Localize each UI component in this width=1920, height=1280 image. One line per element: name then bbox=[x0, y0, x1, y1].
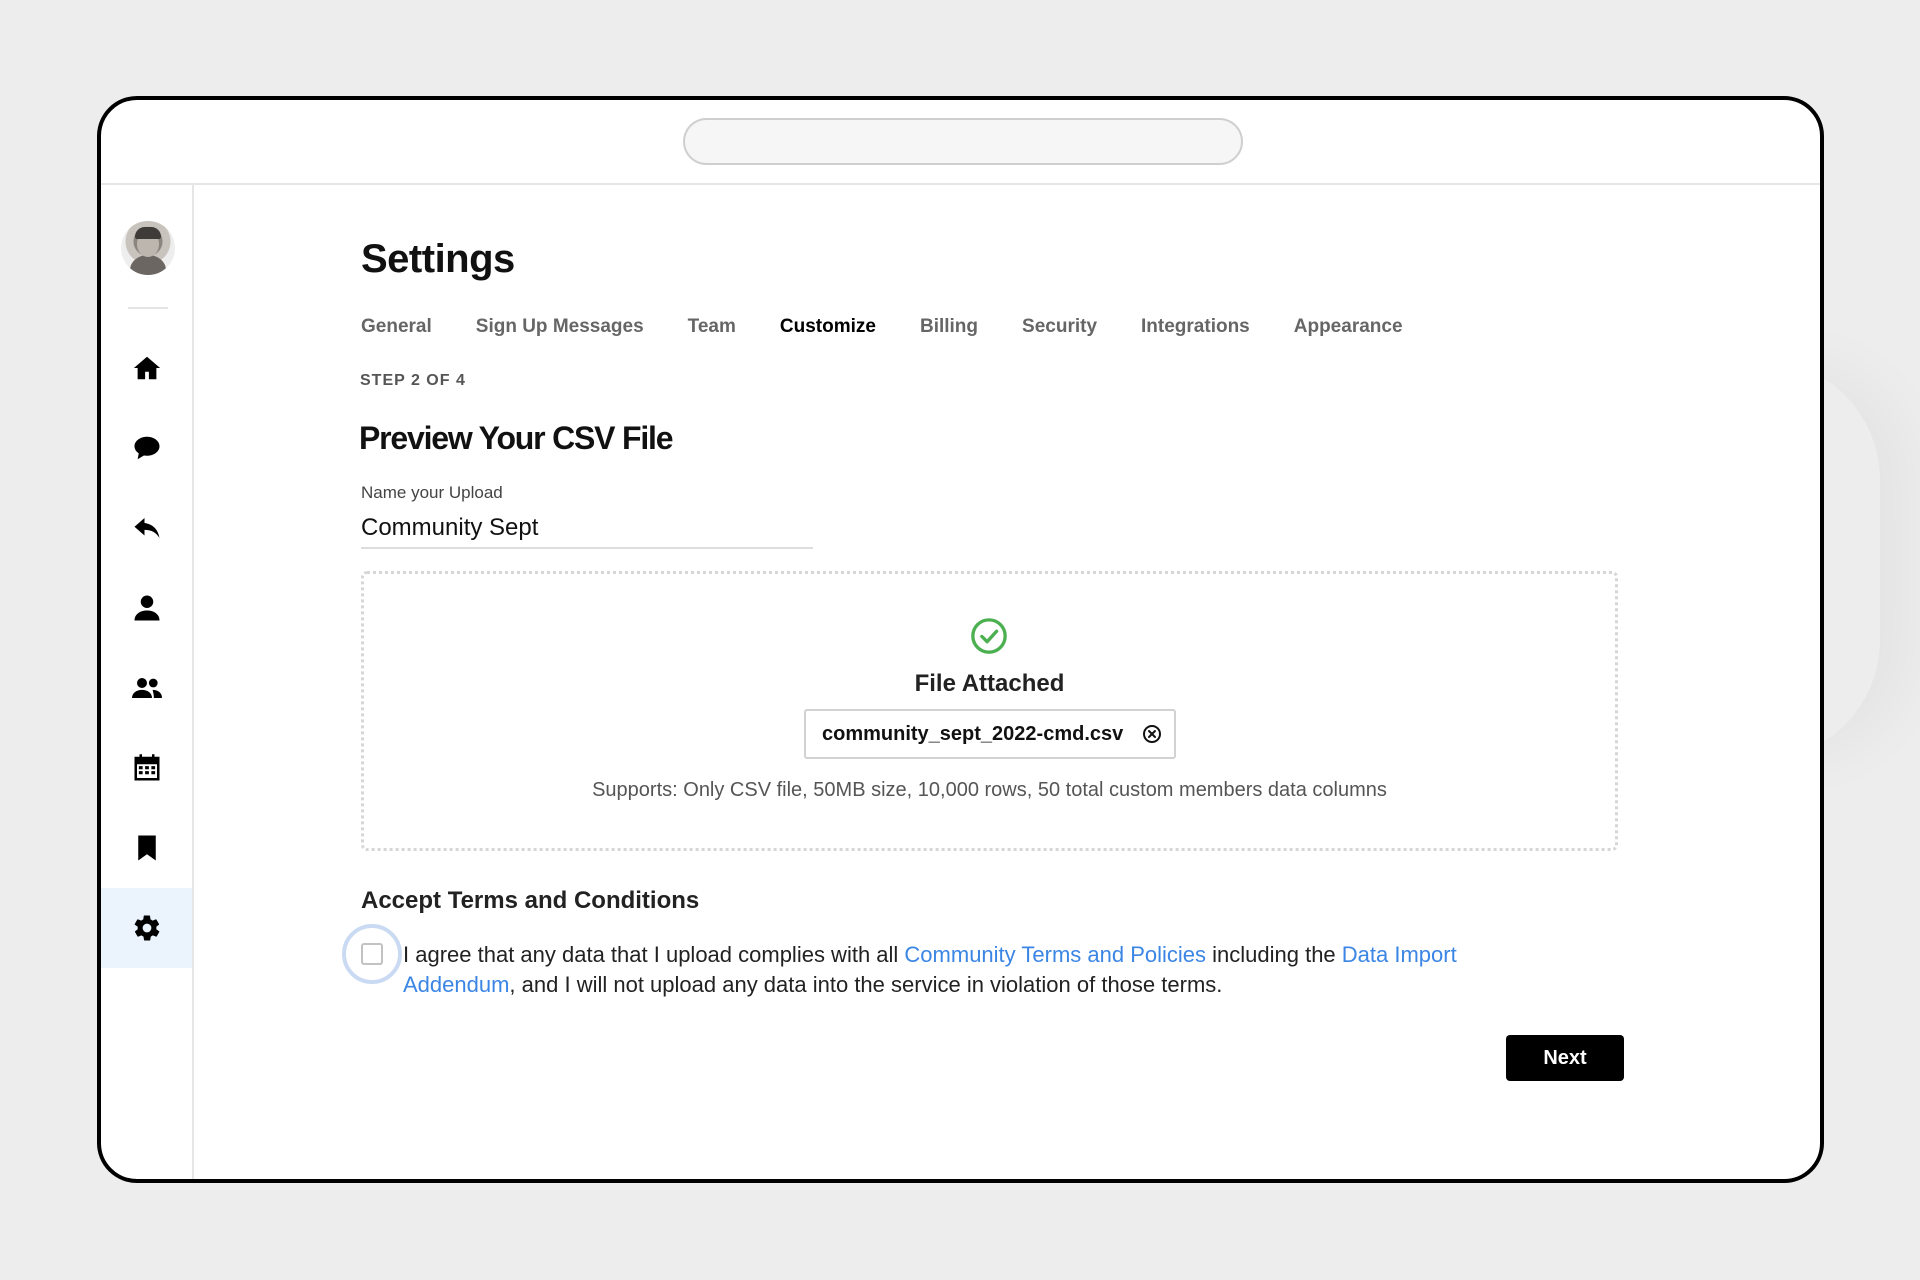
user-icon bbox=[134, 595, 159, 621]
section-title: Preview Your CSV File bbox=[359, 420, 674, 456]
terms-checkbox-focus-ring[interactable] bbox=[342, 924, 402, 984]
tab-appearance[interactable]: Appearance bbox=[1294, 316, 1403, 338]
chat-bubble-icon bbox=[134, 436, 159, 460]
sidebar-item-profile[interactable] bbox=[101, 568, 192, 648]
bookmark-icon bbox=[137, 835, 156, 861]
sidebar-item-events[interactable] bbox=[101, 728, 192, 808]
sidebar-item-members[interactable] bbox=[101, 648, 192, 728]
tab-security[interactable]: Security bbox=[1022, 316, 1097, 338]
terms-text-part-2: including the bbox=[1206, 942, 1342, 967]
terms-text-part-3: , and I will not upload any data into th… bbox=[509, 972, 1223, 997]
remove-file-icon[interactable] bbox=[1142, 724, 1162, 744]
tab-customize[interactable]: Customize bbox=[780, 316, 876, 338]
step-indicator: STEP 2 OF 4 bbox=[360, 372, 466, 389]
attached-file-chip: community_sept_2022-cmd.csv bbox=[804, 709, 1176, 759]
settings-tabs: General Sign Up Messages Team Customize … bbox=[361, 316, 1447, 338]
avatar-cap bbox=[135, 227, 161, 239]
tab-general[interactable]: General bbox=[361, 316, 432, 338]
address-bar[interactable] bbox=[683, 118, 1243, 165]
sidebar-item-settings[interactable] bbox=[101, 888, 192, 968]
tab-integrations[interactable]: Integrations bbox=[1141, 316, 1250, 338]
gear-icon bbox=[134, 915, 159, 941]
check-circle-icon bbox=[971, 618, 1007, 654]
sidebar-item-bookmarks[interactable] bbox=[101, 808, 192, 888]
group-icon bbox=[131, 678, 162, 698]
app-window: Settings General Sign Up Messages Team C… bbox=[97, 96, 1824, 1183]
home-icon bbox=[133, 356, 160, 380]
main-content: Settings General Sign Up Messages Team C… bbox=[194, 185, 1820, 1179]
tab-billing[interactable]: Billing bbox=[920, 316, 978, 338]
sidebar-item-home[interactable] bbox=[101, 328, 192, 408]
browser-top-bar bbox=[101, 100, 1820, 185]
file-dropzone[interactable]: File Attached community_sept_2022-cmd.cs… bbox=[361, 571, 1618, 851]
avatar-body bbox=[130, 255, 166, 275]
terms-checkbox[interactable] bbox=[361, 943, 383, 965]
attached-file-name: community_sept_2022-cmd.csv bbox=[822, 722, 1124, 745]
calendar-icon bbox=[134, 754, 159, 781]
sidebar-divider bbox=[128, 307, 168, 309]
community-terms-link[interactable]: Community Terms and Policies bbox=[904, 942, 1206, 967]
sidebar-item-messages[interactable] bbox=[101, 408, 192, 488]
terms-text-part-1: I agree that any data that I upload comp… bbox=[403, 942, 905, 967]
terms-title: Accept Terms and Conditions bbox=[361, 887, 700, 914]
file-requirements: Supports: Only CSV file, 50MB size, 10,0… bbox=[592, 779, 1387, 801]
page-title: Settings bbox=[361, 237, 515, 281]
reply-icon bbox=[134, 518, 159, 538]
sidebar bbox=[101, 185, 194, 1179]
next-button[interactable]: Next bbox=[1506, 1035, 1624, 1081]
upload-name-label: Name your Upload bbox=[361, 483, 503, 502]
file-status: File Attached bbox=[914, 670, 1065, 697]
avatar[interactable] bbox=[121, 221, 175, 275]
tab-sign-up-messages[interactable]: Sign Up Messages bbox=[476, 316, 644, 338]
upload-name-input[interactable] bbox=[361, 509, 813, 549]
sidebar-item-replies[interactable] bbox=[101, 488, 192, 568]
terms-text: I agree that any data that I upload comp… bbox=[403, 940, 1503, 1000]
tab-team[interactable]: Team bbox=[688, 316, 736, 338]
